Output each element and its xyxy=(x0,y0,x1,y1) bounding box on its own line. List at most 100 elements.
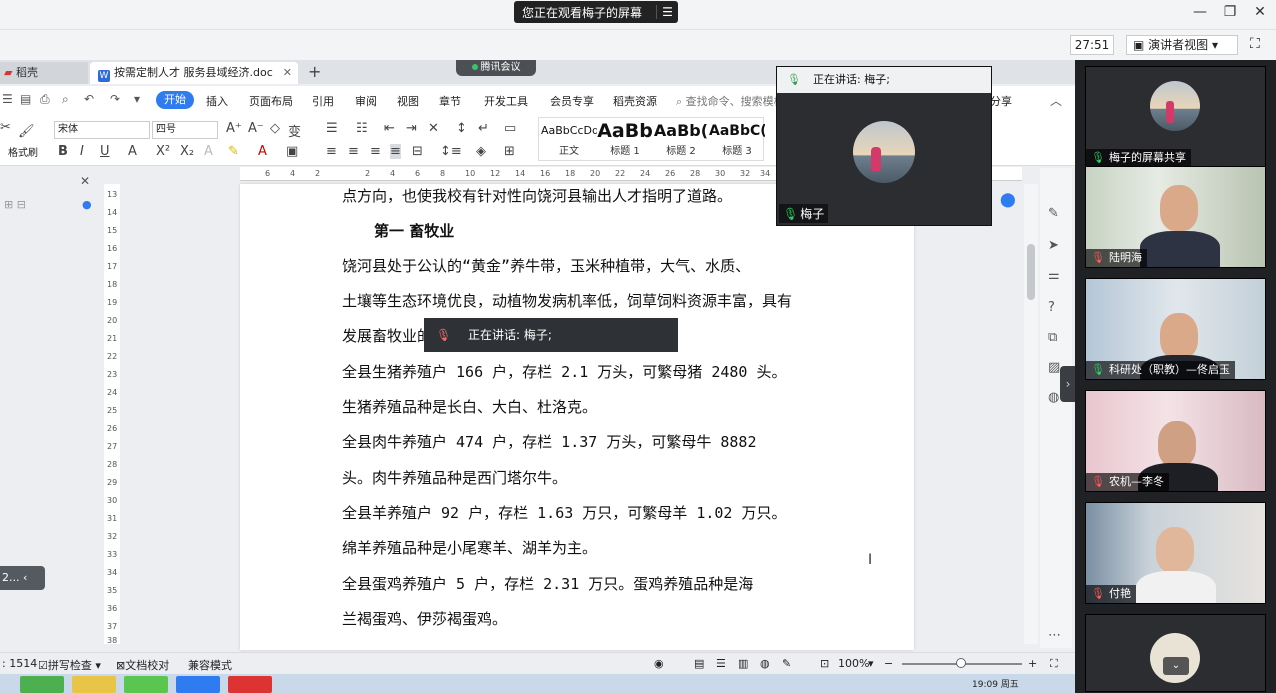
menu-start[interactable]: 开始 xyxy=(156,91,194,109)
collapse-panel-button[interactable]: › xyxy=(1060,366,1076,402)
expand-icon[interactable]: ⊞ ⊟ xyxy=(4,198,26,211)
distributed-icon[interactable]: ⊟ xyxy=(412,144,423,159)
wps-icon[interactable] xyxy=(228,676,272,693)
left-pane-toggle[interactable]: 2... ‹ xyxy=(0,566,45,590)
participant-tile[interactable]: 🎙 陆明海 xyxy=(1085,166,1266,268)
word-count[interactable]: : 1514 xyxy=(2,657,37,670)
more-icon[interactable]: ⋯ xyxy=(1048,628,1061,643)
viewing-screen-banner[interactable]: 您正在观看梅子的屏幕 ☰ xyxy=(514,1,678,23)
highlight-icon[interactable]: ✎ xyxy=(228,144,239,159)
subscript-icon[interactable]: X₂ xyxy=(180,144,194,159)
strikethrough-icon[interactable]: A xyxy=(128,144,137,159)
zoom-in-icon[interactable]: + xyxy=(1028,657,1037,670)
menu-insert[interactable]: 插入 xyxy=(206,93,228,109)
align-left-icon[interactable]: ≡ xyxy=(326,144,337,159)
increase-indent-icon[interactable]: ⇥ xyxy=(406,121,417,136)
bullet-list-icon[interactable]: ☰ xyxy=(326,121,338,136)
menu-page-layout[interactable]: 页面布局 xyxy=(249,93,293,109)
chevron-down-icon[interactable]: ▾ xyxy=(134,92,140,106)
app-icon[interactable] xyxy=(20,676,64,693)
justify-icon[interactable]: ≡ xyxy=(390,144,401,159)
collapse-ribbon-icon[interactable]: ︿ xyxy=(1050,92,1062,109)
style-heading-2[interactable]: AaBb( 标题 2 xyxy=(653,120,709,160)
zoom-level[interactable]: 100% xyxy=(838,657,869,670)
write-view-icon[interactable]: ✎ xyxy=(782,657,791,670)
line-spacing-icon[interactable]: ↕≡ xyxy=(440,144,462,159)
save-icon[interactable]: ▤ xyxy=(20,92,31,106)
paste-icon[interactable]: ✂ xyxy=(0,120,11,135)
new-tab-icon[interactable]: + xyxy=(308,62,321,81)
format-painter-icon[interactable]: 🖌 xyxy=(18,124,35,139)
print-icon[interactable]: ⎙ xyxy=(40,92,50,107)
tencent-meeting-pill[interactable]: 腾讯会议 xyxy=(456,60,536,76)
select-icon[interactable]: ➤ xyxy=(1048,238,1059,253)
page-view-icon[interactable]: ▤ xyxy=(694,657,704,670)
tencent-meeting-icon[interactable] xyxy=(176,676,220,693)
shrink-font-icon[interactable]: A⁻ xyxy=(248,121,264,136)
underline-icon[interactable]: U xyxy=(100,144,110,159)
vertical-scrollbar[interactable] xyxy=(1024,184,1038,644)
globe-icon[interactable]: ◍ xyxy=(1048,390,1059,405)
fit-page-icon[interactable]: ⊡ xyxy=(820,657,829,670)
speaker-view-dropdown[interactable]: ▣ 演讲者视图 ▾ xyxy=(1126,35,1238,55)
fullscreen-icon[interactable]: ⛶ xyxy=(1050,657,1058,671)
font-family-select[interactable]: 宋体 xyxy=(54,121,150,139)
char-border-icon[interactable]: ▣ xyxy=(286,144,298,159)
participant-tile-screen-share[interactable]: 🎙 梅子的屏幕共享 xyxy=(1085,66,1266,168)
grow-font-icon[interactable]: A⁺ xyxy=(226,121,242,136)
number-list-icon[interactable]: ☷ xyxy=(356,121,368,136)
zoom-out-icon[interactable]: − xyxy=(884,657,893,670)
chinese-layout-icon[interactable]: ✕ xyxy=(428,121,439,136)
eye-protect-icon[interactable]: ◉ xyxy=(654,657,664,670)
format-painter-button[interactable]: 格式刷 xyxy=(8,144,38,159)
tab-close-icon[interactable]: ✕ xyxy=(283,62,292,84)
help-icon[interactable]: ? xyxy=(1048,300,1055,315)
phonetic-icon[interactable]: 变 xyxy=(288,121,301,140)
location-pin-icon[interactable]: ⬤ xyxy=(1000,192,1016,208)
minimize-icon[interactable]: — xyxy=(1188,4,1212,20)
preview-icon[interactable]: ⌕ xyxy=(62,92,69,107)
text-effect-icon[interactable]: A xyxy=(204,144,213,159)
sort-icon[interactable]: ↕ xyxy=(456,121,467,136)
share-button[interactable]: 分享 xyxy=(990,93,1012,109)
chevron-down-icon[interactable]: ⌄ xyxy=(1163,657,1189,675)
superscript-icon[interactable]: X² xyxy=(156,144,170,159)
undo-icon[interactable]: ↶ xyxy=(84,92,94,106)
outline-view-icon[interactable]: ☰ xyxy=(716,657,726,670)
decrease-indent-icon[interactable]: ⇤ xyxy=(384,121,395,136)
font-color-icon[interactable]: A xyxy=(258,144,267,159)
redo-icon[interactable]: ↷ xyxy=(110,92,120,106)
folder-icon[interactable] xyxy=(72,676,116,693)
participant-tile[interactable]: 🎙 付艳 xyxy=(1085,502,1266,604)
web-view-icon[interactable]: ◍ xyxy=(760,657,770,670)
align-right-icon[interactable]: ≡ xyxy=(370,144,381,159)
participant-tile[interactable]: 🎙 农机—李冬 xyxy=(1085,390,1266,492)
banner-menu-icon[interactable]: ☰ xyxy=(656,5,678,19)
chevron-down-icon[interactable]: ▾ xyxy=(868,657,874,670)
menu-chapter[interactable]: 章节 xyxy=(439,93,461,109)
menu-review[interactable]: 审阅 xyxy=(355,93,377,109)
show-marks-icon[interactable]: ↵ xyxy=(478,121,489,136)
bold-icon[interactable]: B xyxy=(58,144,68,159)
style-heading-1[interactable]: AaBb 标题 1 xyxy=(597,120,653,160)
fullscreen-icon[interactable]: ⛶ xyxy=(1250,36,1260,52)
style-heading-3[interactable]: AaBbC( 标题 3 xyxy=(709,120,765,160)
wechat-icon[interactable] xyxy=(124,676,168,693)
table-ruler-icon[interactable]: ▭ xyxy=(504,121,516,136)
adjust-icon[interactable]: ⚌ xyxy=(1048,268,1060,283)
shading-icon[interactable]: ◈ xyxy=(476,144,486,159)
align-center-icon[interactable]: ≡ xyxy=(348,144,359,159)
layers-icon[interactable]: ⧉ xyxy=(1048,330,1057,345)
participant-tile[interactable]: 🎙 科研处（职教）—佟启玉 xyxy=(1085,278,1266,380)
font-size-select[interactable]: 四号 xyxy=(152,121,218,139)
edit-icon[interactable]: ✎ xyxy=(1048,206,1059,221)
speaker-float-window[interactable]: 🎙 正在讲话: 梅子; 🎙 梅子 xyxy=(776,66,992,226)
menu-references[interactable]: 引用 xyxy=(312,93,334,109)
command-search[interactable]: ⌕ 查找命令、搜索模板 xyxy=(676,93,785,109)
borders-icon[interactable]: ⊞ xyxy=(504,144,515,159)
spell-check-toggle[interactable]: ☑拼写检查 ▾ xyxy=(38,657,101,673)
file-icon[interactable]: ☰ xyxy=(2,92,13,106)
participant-tile[interactable] xyxy=(1085,614,1266,692)
italic-icon[interactable]: I xyxy=(80,144,84,159)
reading-view-icon[interactable]: ▥ xyxy=(738,657,748,670)
